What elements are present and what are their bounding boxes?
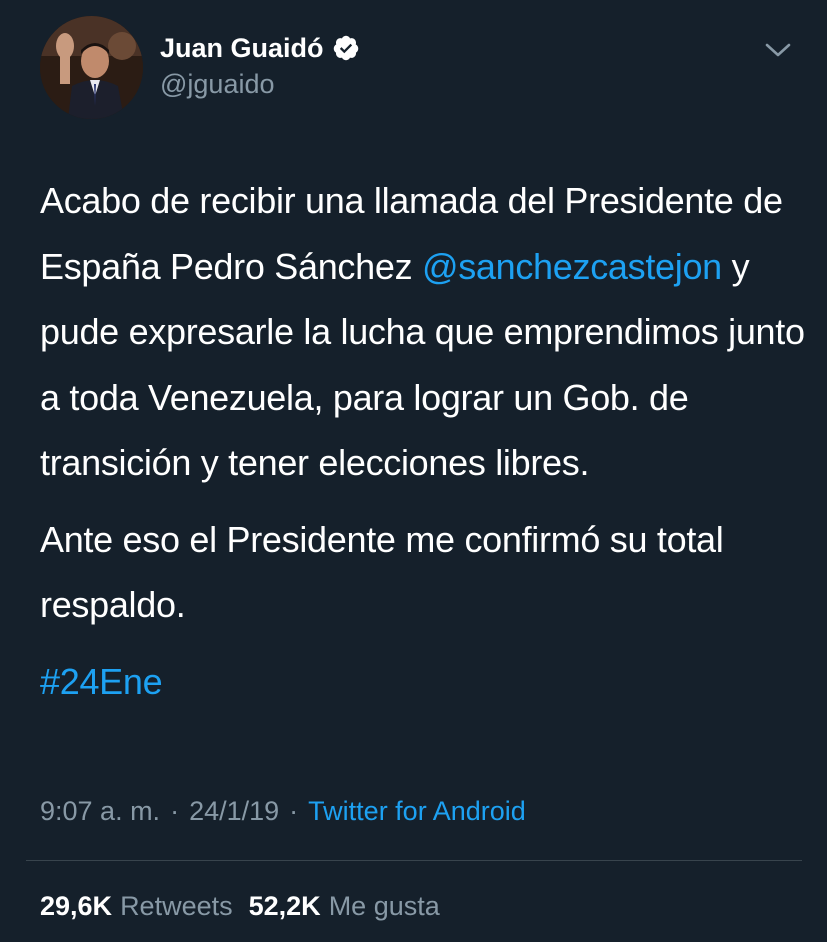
likes-label: Me gusta: [328, 891, 440, 921]
meta-separator: ·: [170, 796, 180, 826]
retweets-stat[interactable]: 29,6K Retweets: [40, 886, 233, 926]
mention-link[interactable]: @sanchezcastejon: [422, 246, 722, 287]
likes-count: 52,2K: [248, 891, 321, 921]
retweets-count: 29,6K: [40, 891, 113, 921]
source-link[interactable]: Twitter for Android: [308, 796, 526, 826]
likes-stat[interactable]: 52,2K Me gusta: [249, 886, 440, 926]
tweet-meta: 9:07 a. m. · 24/1/19 · Twitter for Android: [40, 792, 526, 830]
hashtag-link[interactable]: #24Ene: [40, 661, 163, 702]
tweet-text: Acabo de recibir una llamada del Preside…: [40, 168, 810, 714]
verified-badge-icon: [332, 34, 360, 62]
tweet-time[interactable]: 9:07 a. m.: [40, 796, 160, 826]
user-handle[interactable]: @jguaido: [160, 67, 275, 101]
avatar[interactable]: [40, 16, 143, 119]
retweets-label: Retweets: [120, 891, 233, 921]
tweet-paragraph-3: #24Ene: [40, 649, 810, 715]
tweet-paragraph-1: Acabo de recibir una llamada del Preside…: [40, 168, 810, 496]
name-row: Juan Guaidó: [160, 30, 360, 66]
tweet-paragraph-2: Ante eso el Presidente me confirmó su to…: [40, 518, 724, 626]
profile-photo: [40, 16, 143, 119]
divider: [26, 860, 802, 861]
tweet-date[interactable]: 24/1/19: [189, 796, 279, 826]
meta-separator: ·: [289, 796, 299, 826]
chevron-down-icon[interactable]: [763, 38, 793, 62]
tweet-detail: Juan Guaidó @jguaido Acabo de recibir un…: [0, 0, 827, 942]
display-name[interactable]: Juan Guaidó: [160, 30, 324, 66]
tweet-stats: 29,6K Retweets 52,2K Me gusta: [40, 886, 440, 926]
